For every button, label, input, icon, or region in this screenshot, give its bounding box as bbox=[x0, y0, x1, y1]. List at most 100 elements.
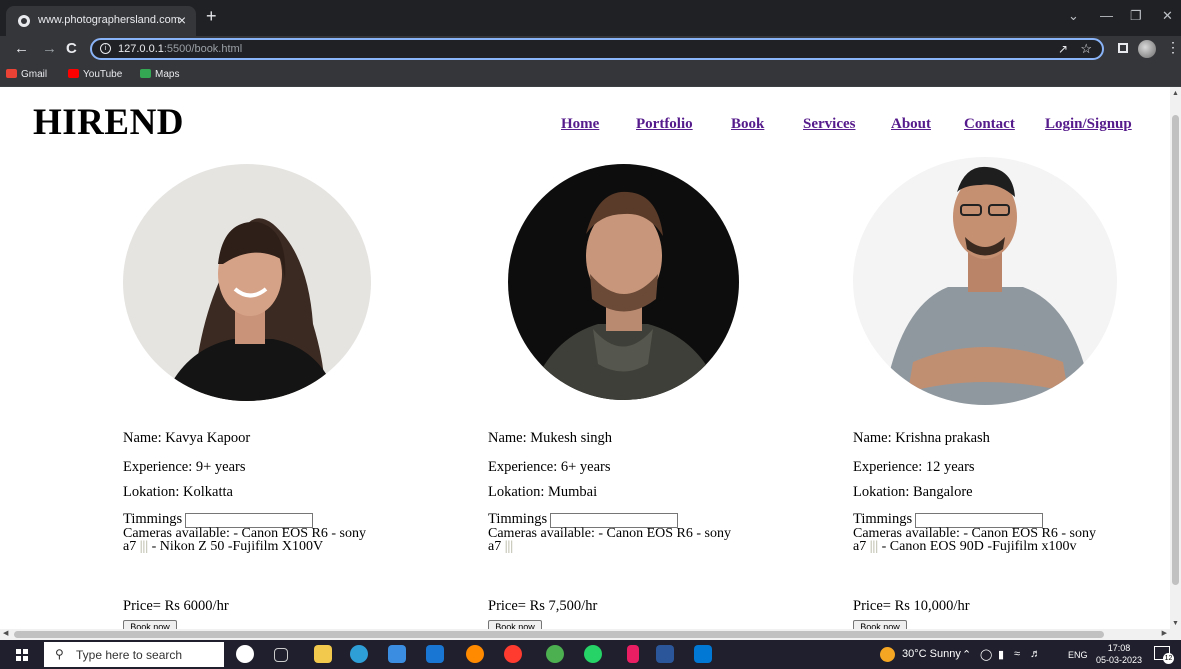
whatsapp-icon[interactable] bbox=[584, 645, 602, 663]
timings-label: Timmings bbox=[123, 511, 183, 527]
reload-icon[interactable]: C bbox=[66, 40, 77, 57]
address-url[interactable]: 127.0.0.1:5500/book.html bbox=[118, 43, 242, 55]
site-info-icon[interactable]: i bbox=[100, 43, 111, 54]
taskbar-clock[interactable]: 17:08 05-03-2023 bbox=[1096, 642, 1142, 666]
language-indicator[interactable]: ENG bbox=[1068, 650, 1088, 660]
browser-menu-icon[interactable]: ⋮ bbox=[1166, 39, 1180, 56]
mail-icon[interactable] bbox=[426, 645, 444, 663]
vscode-icon[interactable] bbox=[694, 645, 712, 663]
search-icon: ⚲ bbox=[55, 647, 64, 661]
new-tab-button[interactable]: + bbox=[206, 6, 217, 27]
photographer-location: Lokation: Kolkatta bbox=[123, 484, 233, 500]
book-now-button[interactable]: Book now bbox=[123, 620, 177, 629]
site-favicon-icon bbox=[18, 15, 30, 27]
cameras-available: Cameras available: - Canon EOS R6 - sony… bbox=[488, 526, 732, 554]
timings-label: Timmings bbox=[488, 511, 548, 527]
book-now-button[interactable]: Book now bbox=[853, 620, 907, 629]
windows-taskbar: ⚲ Type here to search 30°C Sunny ⌃ ◯ ▮ ≈… bbox=[0, 640, 1181, 669]
tray-chevron-icon[interactable]: ⌃ bbox=[962, 648, 971, 661]
nav-login-signup[interactable]: Login/Signup bbox=[1045, 116, 1132, 133]
scroll-left-icon[interactable]: ◀ bbox=[3, 629, 8, 637]
photographer-name: Name: Mukesh singh bbox=[488, 430, 613, 446]
address-bar[interactable]: i 127.0.0.1:5500/book.html ↗ ☆ bbox=[90, 38, 1104, 60]
vertical-scroll-thumb[interactable] bbox=[1172, 115, 1179, 585]
notification-count: 12 bbox=[1163, 653, 1174, 664]
vertical-scrollbar[interactable]: ▲ ▼ bbox=[1170, 87, 1181, 629]
photographer-location: Lokation: Bangalore bbox=[853, 484, 973, 500]
bing-icon[interactable] bbox=[236, 645, 254, 663]
photographer-name: Name: Krishna prakash bbox=[853, 430, 990, 446]
browser-tab-strip: www.photographersland.com × + ⌄ — ❐ ✕ bbox=[0, 0, 1181, 36]
app-icon[interactable] bbox=[627, 645, 639, 663]
side-panel-icon[interactable] bbox=[1118, 43, 1128, 53]
profile-avatar[interactable] bbox=[1138, 40, 1156, 58]
chrome-icon[interactable] bbox=[546, 645, 564, 663]
share-icon[interactable]: ↗ bbox=[1058, 42, 1068, 56]
scroll-up-icon[interactable]: ▲ bbox=[1172, 89, 1179, 97]
search-placeholder: Type here to search bbox=[76, 648, 183, 662]
youtube-icon bbox=[68, 69, 79, 78]
nav-services[interactable]: Services bbox=[803, 116, 855, 133]
file-explorer-icon[interactable] bbox=[314, 645, 332, 663]
browser-tab[interactable]: www.photographersland.com × bbox=[6, 6, 196, 36]
battery-icon[interactable]: ▮ bbox=[998, 648, 1004, 661]
maps-icon bbox=[140, 69, 151, 78]
tab-title: www.photographersland.com bbox=[38, 14, 180, 26]
tray-app-icon[interactable]: ◯ bbox=[980, 648, 992, 661]
bookmark-youtube[interactable]: YouTube bbox=[68, 69, 122, 80]
photographer-experience: Experience: 9+ years bbox=[123, 459, 246, 475]
task-view-icon[interactable] bbox=[274, 648, 288, 662]
bookmark-maps[interactable]: Maps bbox=[140, 69, 179, 80]
bookmarks-bar: Gmail YouTube Maps bbox=[0, 64, 1181, 87]
nav-book[interactable]: Book bbox=[731, 116, 764, 133]
tab-close-icon[interactable]: × bbox=[178, 12, 186, 28]
horizontal-scroll-thumb[interactable] bbox=[14, 631, 1104, 638]
restore-icon[interactable]: ❐ bbox=[1130, 8, 1142, 24]
photographer-price: Price= Rs 7,500/hr bbox=[488, 598, 598, 614]
edge-icon[interactable] bbox=[350, 645, 368, 663]
page-viewport: HIREND Home Portfolio Book Services Abou… bbox=[0, 87, 1170, 629]
photographer-experience: Experience: 6+ years bbox=[488, 459, 611, 475]
photographer-price: Price= Rs 10,000/hr bbox=[853, 598, 970, 614]
windows-start-icon[interactable] bbox=[16, 649, 28, 661]
notification-icon[interactable]: 12 bbox=[1154, 646, 1174, 664]
clock-date: 05-03-2023 bbox=[1096, 655, 1143, 665]
photographer-photo-krishna bbox=[853, 157, 1117, 405]
weather-icon[interactable] bbox=[880, 647, 895, 662]
taskbar-search[interactable]: ⚲ Type here to search bbox=[44, 642, 224, 667]
weather-text[interactable]: 30°C Sunny bbox=[902, 648, 961, 660]
timings-label: Timmings bbox=[853, 511, 913, 527]
back-icon[interactable]: ← bbox=[14, 40, 29, 57]
photographer-price: Price= Rs 6000/hr bbox=[123, 598, 229, 614]
nav-contact[interactable]: Contact bbox=[964, 116, 1015, 133]
scroll-down-icon[interactable]: ▼ bbox=[1172, 619, 1179, 627]
nav-about[interactable]: About bbox=[891, 116, 931, 133]
cameras-available: Cameras available: - Canon EOS R6 - sony… bbox=[853, 526, 1097, 554]
nav-portfolio[interactable]: Portfolio bbox=[636, 116, 693, 133]
photographer-experience: Experience: 12 years bbox=[853, 459, 975, 475]
forward-icon[interactable]: → bbox=[42, 40, 57, 57]
gmail-icon bbox=[6, 69, 17, 78]
photographer-photo-kavya bbox=[123, 164, 371, 401]
book-now-button[interactable]: Book now bbox=[488, 620, 542, 629]
scroll-right-icon[interactable]: ▶ bbox=[1162, 629, 1167, 637]
browser-toolbar: ← → C i 127.0.0.1:5500/book.html ↗ ☆ ⋮ bbox=[0, 36, 1181, 64]
photographer-location: Lokation: Mumbai bbox=[488, 484, 598, 500]
store-icon[interactable] bbox=[388, 645, 406, 663]
opera-icon[interactable] bbox=[504, 645, 522, 663]
firefox-icon[interactable] bbox=[466, 645, 484, 663]
bookmark-star-icon[interactable]: ☆ bbox=[1080, 41, 1092, 57]
close-window-icon[interactable]: ✕ bbox=[1162, 8, 1173, 24]
horizontal-scrollbar[interactable]: ◀ ▶ bbox=[0, 629, 1181, 640]
word-icon[interactable] bbox=[656, 645, 674, 663]
bookmark-gmail[interactable]: Gmail bbox=[6, 69, 47, 80]
photographer-photo-mukesh bbox=[508, 164, 739, 400]
wifi-icon[interactable]: ≈ bbox=[1014, 648, 1020, 660]
volume-icon[interactable]: ♬ bbox=[1030, 648, 1041, 660]
cameras-available: Cameras available: - Canon EOS R6 - sony… bbox=[123, 526, 367, 554]
tab-search-icon[interactable]: ⌄ bbox=[1068, 8, 1079, 24]
nav-home[interactable]: Home bbox=[561, 116, 599, 133]
photographer-name: Name: Kavya Kapoor bbox=[123, 430, 251, 446]
minimize-icon[interactable]: — bbox=[1100, 8, 1113, 23]
site-logo: HIREND bbox=[33, 102, 185, 143]
